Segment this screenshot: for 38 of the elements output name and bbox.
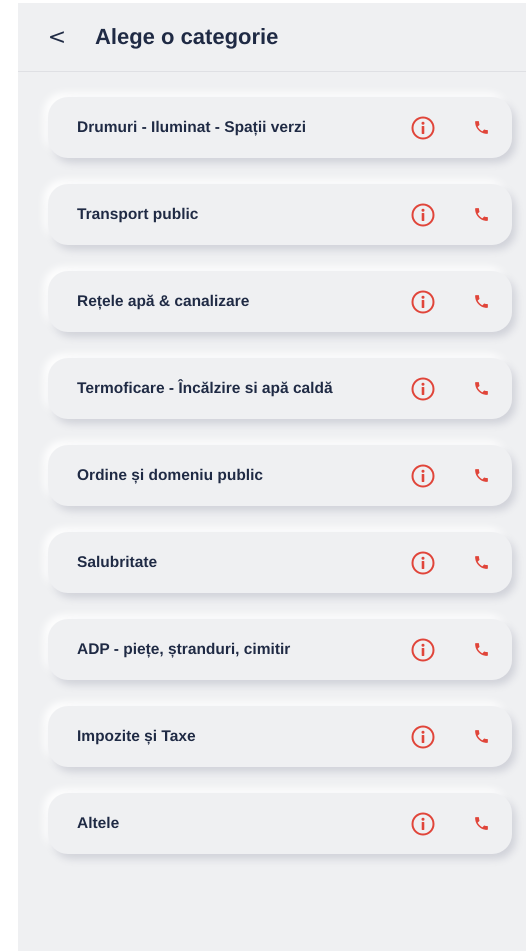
category-label: Altele xyxy=(77,814,120,834)
phone-icon[interactable] xyxy=(473,380,490,397)
category-label: Drumuri - Iluminat - Spații verzi xyxy=(77,118,306,138)
phone-icon[interactable] xyxy=(473,206,490,223)
category-item[interactable]: Drumuri - Iluminat - Spații verzi xyxy=(48,97,512,158)
category-item[interactable]: Altele xyxy=(48,793,512,854)
category-item[interactable]: Salubritate xyxy=(48,532,512,593)
category-label: Rețele apă & canalizare xyxy=(77,292,250,312)
phone-icon[interactable] xyxy=(473,554,490,571)
category-label: Transport public xyxy=(77,204,198,224)
category-label: Termoficare - Încălzire si apă caldă xyxy=(77,378,333,398)
back-button[interactable]: < xyxy=(50,26,64,48)
phone-icon[interactable] xyxy=(473,119,490,136)
info-icon[interactable] xyxy=(411,812,435,836)
category-item[interactable]: ADP - piețe, ștranduri, cimitir xyxy=(48,619,512,680)
info-icon[interactable] xyxy=(411,464,435,488)
category-item[interactable]: Ordine și domeniu public xyxy=(48,445,512,506)
category-item[interactable]: Rețele apă & canalizare xyxy=(48,271,512,332)
category-label: Ordine și domeniu public xyxy=(77,466,264,486)
info-icon[interactable] xyxy=(411,202,435,226)
phone-icon[interactable] xyxy=(473,293,490,310)
phone-icon[interactable] xyxy=(473,728,490,745)
info-icon[interactable] xyxy=(411,290,435,314)
category-label: Impozite și Taxe xyxy=(77,726,196,746)
phone-icon[interactable] xyxy=(473,815,490,832)
category-label: Salubritate xyxy=(77,552,158,572)
phone-icon[interactable] xyxy=(473,641,490,658)
phone-icon[interactable] xyxy=(473,467,490,484)
info-icon[interactable] xyxy=(411,724,435,748)
page-title: Alege o categorie xyxy=(95,24,278,50)
category-item[interactable]: Transport public xyxy=(48,184,512,245)
info-icon[interactable] xyxy=(411,550,435,574)
category-label: ADP - piețe, ștranduri, cimitir xyxy=(77,640,290,660)
category-item[interactable]: Termoficare - Încălzire si apă caldă xyxy=(48,358,512,419)
info-icon[interactable] xyxy=(411,116,435,140)
info-icon[interactable] xyxy=(411,638,435,662)
info-icon[interactable] xyxy=(411,376,435,400)
category-item[interactable]: Impozite și Taxe xyxy=(48,706,512,767)
